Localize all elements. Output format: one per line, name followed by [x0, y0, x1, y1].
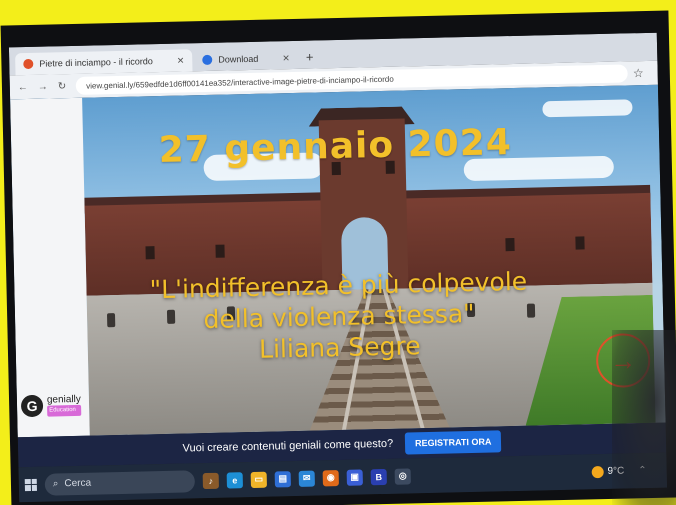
genially-favicon-icon — [23, 58, 34, 70]
close-icon[interactable]: ✕ — [282, 53, 290, 64]
bookmark-star-icon[interactable]: ☆ — [633, 66, 644, 80]
tab-label: Pietre di inciampo - il ricordo — [39, 56, 153, 69]
monitor-screen: Pietre di inciampo - il ricordo ✕ Downlo… — [8, 32, 668, 503]
calendar-icon[interactable]: ▤ — [274, 470, 291, 487]
forward-icon[interactable]: → — [38, 81, 48, 92]
violin-icon[interactable]: ♪ — [202, 472, 219, 489]
window — [505, 237, 515, 252]
banner-message: Vuoi creare contenuti geniali come quest… — [182, 437, 394, 455]
cloud — [542, 99, 633, 118]
chrome-icon[interactable]: ◎ — [394, 467, 411, 485]
download-icon — [202, 54, 213, 66]
education-badge: Education — [47, 404, 82, 417]
file-explorer-icon[interactable]: ▭ — [250, 471, 267, 488]
tab-download[interactable]: Download ✕ — [194, 47, 298, 71]
back-icon[interactable]: ← — [18, 81, 28, 92]
windows-start-icon[interactable] — [24, 478, 37, 491]
slide-quote: "L'indifferenza è più colpevole della vi… — [14, 263, 664, 371]
search-placeholder: Cerca — [64, 477, 92, 490]
register-button[interactable]: REGISTRATI ORA — [404, 430, 502, 455]
close-icon[interactable]: ✕ — [177, 55, 185, 66]
edge-icon[interactable]: e — [226, 471, 243, 489]
window — [145, 246, 155, 260]
new-tab-icon[interactable]: + — [306, 50, 314, 65]
genially-g-icon: G — [20, 394, 44, 418]
photo-background: Pietre di inciampo - il ricordo ✕ Downlo… — [0, 0, 676, 505]
window — [575, 236, 585, 250]
tab-label: Download — [218, 53, 259, 65]
window — [215, 244, 225, 258]
search-icon: ⌕ — [52, 478, 59, 490]
firefox-icon[interactable]: ◉ — [322, 469, 339, 486]
b-app-icon[interactable]: B — [370, 468, 387, 485]
sun-icon — [591, 465, 604, 478]
app-icon[interactable]: ▣ — [346, 468, 363, 486]
logo-name: genially — [46, 393, 81, 406]
mail-icon[interactable]: ✉ — [298, 470, 315, 487]
page-content: 27 gennaio 2024 "L'indifferenza è più co… — [10, 84, 666, 438]
foreground-shadow — [612, 330, 676, 505]
taskbar-search[interactable]: ⌕ Cerca — [44, 469, 196, 496]
url-text: view.genial.ly/659edfde1d6ff00141ea352/i… — [86, 74, 394, 91]
genially-logo[interactable]: G genially Education — [20, 393, 82, 418]
reload-icon[interactable]: ↻ — [58, 81, 67, 92]
